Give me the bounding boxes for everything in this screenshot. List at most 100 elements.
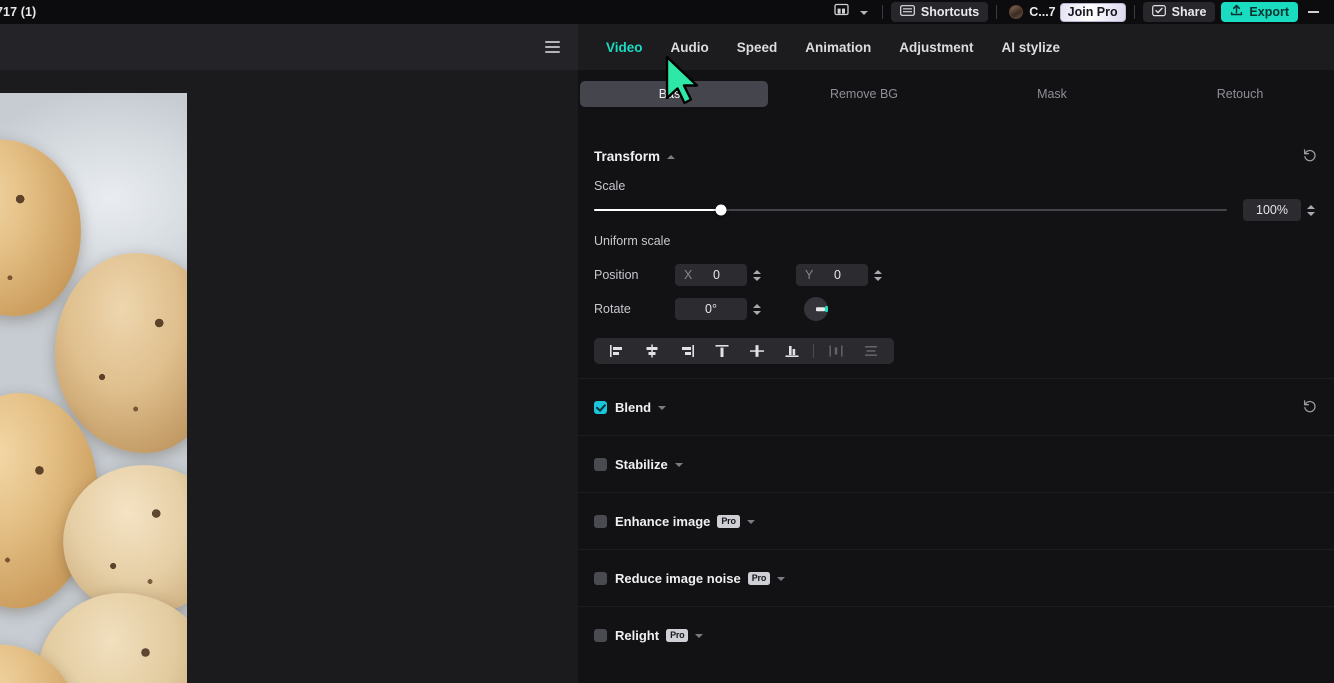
blend-section-row[interactable]: Blend <box>578 378 1334 435</box>
chevron-down-icon[interactable] <box>777 576 786 581</box>
position-label: Position <box>594 268 639 282</box>
shortcuts-button[interactable]: Shortcuts <box>890 2 989 22</box>
scale-value-input[interactable]: 100% <box>1243 199 1301 221</box>
enhance-image-checkbox[interactable] <box>594 514 607 528</box>
reduce-image-noise-checkbox[interactable] <box>594 571 607 585</box>
pro-badge: Pro <box>666 628 689 642</box>
reduce-image-noise-label: Reduce image noise <box>615 570 741 586</box>
inspector-subtabs: Basic Remove BG Mask Retouch <box>578 80 1334 108</box>
share-icon <box>1151 4 1166 20</box>
align-top-icon[interactable] <box>705 339 740 363</box>
export-button[interactable]: Export <box>1221 2 1298 22</box>
tab-video[interactable]: Video <box>592 24 657 70</box>
position-x-input[interactable]: X 0 <box>675 264 747 286</box>
relight-checkbox[interactable] <box>594 628 607 642</box>
account-group: C...7 <box>1005 2 1059 22</box>
scale-slider-fill <box>594 209 721 211</box>
scale-stepper[interactable] <box>1304 198 1318 222</box>
keyboard-icon <box>899 5 915 19</box>
rotate-dial[interactable] <box>804 297 828 321</box>
divider <box>813 344 815 358</box>
blend-label: Blend <box>615 399 652 415</box>
transform-section-header[interactable]: Transform <box>578 136 1334 176</box>
preview-panel <box>0 24 578 683</box>
relight-section-row[interactable]: Relight Pro <box>578 606 1334 663</box>
export-label: Export <box>1249 5 1289 19</box>
project-title: 717 (1) <box>0 5 37 19</box>
chevron-down-icon[interactable] <box>695 633 704 638</box>
distribute-vertical-icon[interactable] <box>853 339 888 363</box>
divider <box>881 5 883 19</box>
stabilize-checkbox[interactable] <box>594 457 607 471</box>
uniform-scale-row[interactable]: Uniform scale <box>578 224 1334 258</box>
pro-badge: Pro <box>747 571 771 585</box>
application-window: 717 (1) Shortcuts C...7 Join Pro Share E… <box>0 0 1334 683</box>
position-x-axis-label: X <box>684 268 693 282</box>
subtab-remove-bg[interactable]: Remove BG <box>770 81 958 107</box>
subtab-retouch[interactable]: Retouch <box>1146 81 1334 107</box>
uniform-scale-label: Uniform scale <box>594 234 671 248</box>
position-x-value: 0 <box>713 268 720 282</box>
share-label: Share <box>1171 5 1207 19</box>
join-pro-button[interactable]: Join Pro <box>1059 2 1126 22</box>
chevron-down-icon[interactable] <box>658 405 667 410</box>
tab-animation[interactable]: Animation <box>791 24 885 70</box>
rotate-dial-handle <box>816 307 825 311</box>
align-right-icon[interactable] <box>670 339 705 363</box>
align-center-vertical-icon[interactable] <box>740 339 775 363</box>
inspector-tabs: Video Audio Speed Animation Adjustment A… <box>578 24 1334 70</box>
enhance-image-section-row[interactable]: Enhance image Pro <box>578 492 1334 549</box>
share-button[interactable]: Share <box>1142 2 1216 22</box>
chevron-down-icon <box>859 10 868 15</box>
position-row: Position X 0 Y 0 <box>578 258 1334 292</box>
panel-layout-icon <box>834 3 849 21</box>
tab-audio[interactable]: Audio <box>657 24 723 70</box>
position-x-stepper[interactable] <box>750 263 764 287</box>
minimize-button[interactable] <box>1298 0 1328 24</box>
rotate-input[interactable]: 0° <box>675 298 747 320</box>
scale-slider-knob[interactable] <box>715 204 727 216</box>
title-bar-actions: Shortcuts C...7 Join Pro Share Export <box>828 0 1334 24</box>
layout-switch-button[interactable] <box>828 2 874 22</box>
reduce-image-noise-section-row[interactable]: Reduce image noise Pro <box>578 549 1334 606</box>
position-y-input[interactable]: Y 0 <box>796 264 868 286</box>
subtab-mask[interactable]: Mask <box>958 81 1146 107</box>
stabilize-section-row[interactable]: Stabilize <box>578 435 1334 492</box>
align-left-icon[interactable] <box>600 339 635 363</box>
shortcuts-label: Shortcuts <box>920 5 980 19</box>
transform-title: Transform <box>594 148 661 164</box>
position-y-axis-label: Y <box>805 268 814 282</box>
chevron-down-icon[interactable] <box>674 462 683 467</box>
tab-speed[interactable]: Speed <box>723 24 792 70</box>
hamburger-menu-icon[interactable] <box>545 41 560 53</box>
align-bottom-icon[interactable] <box>774 339 809 363</box>
align-toolbar <box>594 338 894 364</box>
scale-slider-row[interactable]: 100% <box>578 196 1334 224</box>
enhance-image-label: Enhance image <box>615 513 711 529</box>
tab-adjustment[interactable]: Adjustment <box>885 24 987 70</box>
rotate-dial-tip <box>825 306 828 312</box>
subtab-basic[interactable]: Basic <box>580 81 768 107</box>
preview-stage[interactable] <box>0 70 578 683</box>
align-center-horizontal-icon[interactable] <box>635 339 670 363</box>
scale-label-row: Scale <box>578 176 1334 196</box>
reset-icon[interactable] <box>1302 147 1318 166</box>
divider <box>1133 5 1135 19</box>
chevron-up-icon[interactable] <box>667 154 676 159</box>
tab-ai-stylize[interactable]: AI stylize <box>988 24 1075 70</box>
scale-slider-track[interactable] <box>594 204 1227 216</box>
blend-checkbox[interactable] <box>594 400 607 414</box>
chevron-down-icon[interactable] <box>746 519 755 524</box>
inspector-content[interactable]: Transform Scale 100% Uniform scale Posit… <box>578 120 1334 683</box>
video-preview[interactable] <box>0 93 187 683</box>
preview-toolbar <box>0 24 578 70</box>
position-y-stepper[interactable] <box>871 263 885 287</box>
rotate-value: 0° <box>705 302 717 316</box>
rotate-stepper[interactable] <box>750 297 764 321</box>
avatar[interactable] <box>1009 5 1024 19</box>
reset-icon[interactable] <box>1302 398 1318 417</box>
pro-badge: Pro <box>717 514 740 528</box>
distribute-horizontal-icon[interactable] <box>818 339 853 363</box>
stabilize-label: Stabilize <box>615 456 668 472</box>
user-name[interactable]: C...7 <box>1029 5 1055 19</box>
